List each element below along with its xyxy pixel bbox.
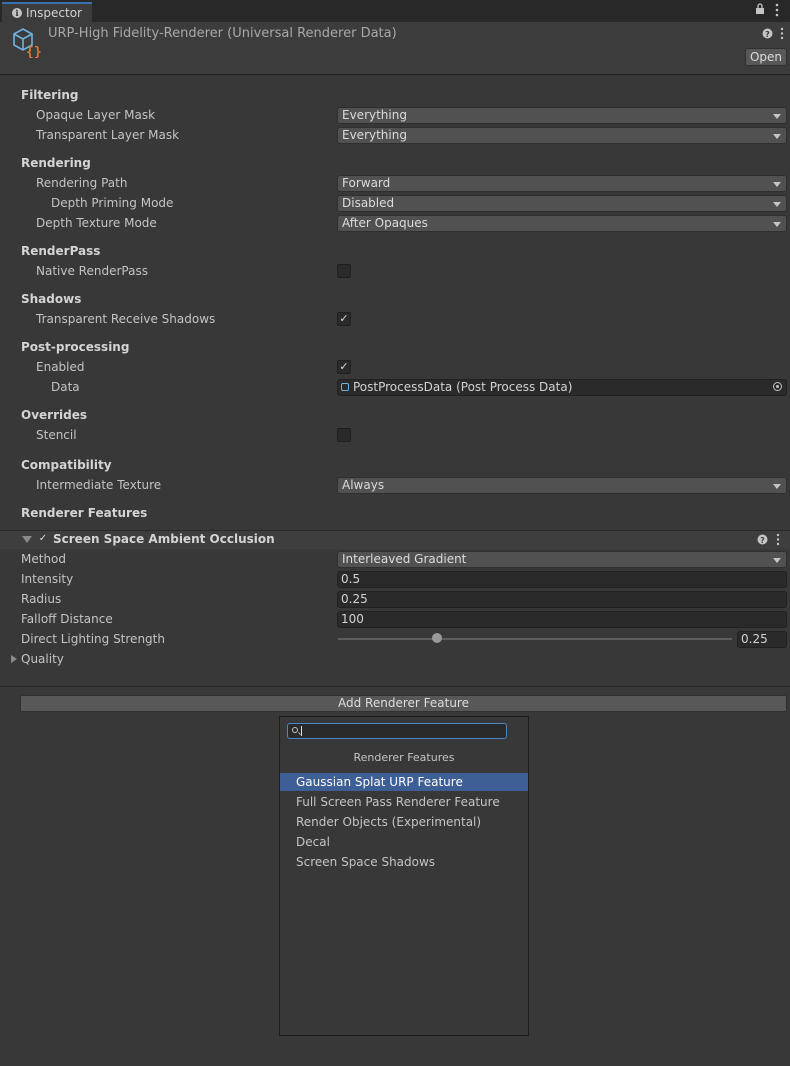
feature-header-ssao[interactable]: ✓ Screen Space Ambient Occlusion ? [0, 531, 790, 549]
header-kebab-icon[interactable] [780, 27, 784, 44]
divider [0, 686, 790, 687]
feature-help-icon[interactable]: ? [757, 534, 768, 548]
direct-lighting-strength-label: Direct Lighting Strength [21, 632, 165, 646]
intermediate-texture-label: Intermediate Texture [36, 478, 162, 492]
direct-lighting-strength-input[interactable]: 0.25 [737, 631, 787, 648]
chevron-down-icon [773, 222, 781, 227]
pp-enabled-label: Enabled [36, 360, 85, 374]
text-caret [301, 726, 302, 736]
popup-item-render-objects[interactable]: Render Objects (Experimental) [280, 813, 528, 831]
section-filtering: Filtering [21, 88, 79, 102]
open-button[interactable]: Open [745, 48, 787, 66]
lock-icon[interactable] [755, 3, 765, 18]
intensity-input[interactable]: 0.5 [337, 571, 787, 588]
svg-text:?: ? [760, 536, 765, 545]
popup-item-decal[interactable]: Decal [280, 833, 528, 851]
native-renderpass-label: Native RenderPass [36, 264, 148, 278]
dropdown-value: Forward [342, 176, 391, 190]
pp-enabled-checkbox[interactable]: ✓ [337, 360, 351, 374]
renderer-features-popup: Renderer Features Gaussian Splat URP Fea… [279, 716, 529, 1036]
popup-search-input[interactable] [287, 723, 507, 739]
quality-foldout-icon[interactable] [11, 655, 17, 663]
tab-bar: i Inspector [0, 0, 790, 22]
chevron-down-icon [773, 558, 781, 563]
popup-item-screen-space-shadows[interactable]: Screen Space Shadows [280, 853, 528, 871]
chevron-down-icon [773, 114, 781, 119]
transparent-layer-mask-label: Transparent Layer Mask [36, 128, 180, 142]
tab-label: Inspector [26, 6, 82, 20]
direct-lighting-strength-slider-handle[interactable] [431, 633, 442, 643]
inspector-window: i Inspector {} URP-High Fidelity-Rendere… [0, 0, 790, 1066]
section-overrides: Overrides [21, 408, 87, 422]
inspector-header: {} URP-High Fidelity-Renderer (Universal… [0, 22, 790, 75]
chevron-down-icon [773, 484, 781, 489]
opaque-layer-mask-dropdown[interactable]: Everything [337, 107, 787, 124]
dropdown-value: Everything [342, 128, 407, 142]
dropdown-value: Always [342, 478, 385, 492]
chevron-down-icon [773, 182, 781, 187]
opaque-layer-mask-label: Opaque Layer Mask [36, 108, 156, 122]
section-rendering: Rendering [21, 156, 91, 170]
svg-text:?: ? [765, 30, 770, 39]
section-renderer-features: Renderer Features [21, 506, 148, 520]
transparent-receive-shadows-label: Transparent Receive Shadows [36, 312, 216, 326]
section-shadows: Shadows [21, 292, 82, 306]
stencil-label: Stencil [36, 428, 77, 442]
stencil-checkbox[interactable] [337, 428, 351, 442]
intermediate-texture-dropdown[interactable]: Always [337, 477, 787, 494]
tab-inspector[interactable]: i Inspector [2, 2, 92, 22]
feature-kebab-icon[interactable] [776, 533, 780, 550]
asset-title: URP-High Fidelity-Renderer (Universal Re… [48, 26, 397, 41]
popup-item-full-screen-pass[interactable]: Full Screen Pass Renderer Feature [280, 793, 528, 811]
intensity-label: Intensity [21, 572, 74, 586]
kebab-menu-icon[interactable] [775, 3, 779, 20]
renderer-data-asset-icon: {} [10, 26, 42, 61]
direct-lighting-strength-slider-track[interactable] [338, 638, 732, 640]
quality-foldout-label[interactable]: Quality [21, 652, 64, 666]
feature-name: Screen Space Ambient Occlusion [53, 532, 275, 546]
section-renderpass: RenderPass [21, 244, 101, 258]
popup-title: Renderer Features [353, 751, 455, 764]
radius-label: Radius [21, 592, 62, 606]
object-field-value: PostProcessData (Post Process Data) [353, 380, 573, 394]
object-picker-icon[interactable] [773, 382, 782, 391]
pp-data-label: Data [51, 380, 80, 394]
falloff-distance-label: Falloff Distance [21, 612, 113, 626]
transparent-layer-mask-dropdown[interactable]: Everything [337, 127, 787, 144]
rendering-path-dropdown[interactable]: Forward [337, 175, 787, 192]
svg-text:{}: {} [26, 45, 42, 58]
depth-priming-mode-dropdown[interactable]: Disabled [337, 195, 787, 212]
chevron-down-icon [773, 134, 781, 139]
dropdown-value: Everything [342, 108, 407, 122]
method-dropdown[interactable]: Interleaved Gradient [337, 551, 787, 568]
chevron-down-icon [773, 202, 781, 207]
post-process-data-icon [341, 383, 349, 391]
info-icon: i [12, 8, 22, 18]
depth-texture-mode-label: Depth Texture Mode [36, 216, 157, 230]
depth-priming-mode-label: Depth Priming Mode [51, 196, 174, 210]
pp-data-object-field[interactable]: PostProcessData (Post Process Data) [337, 379, 787, 396]
transparent-receive-shadows-checkbox[interactable]: ✓ [337, 312, 351, 326]
dropdown-value: After Opaques [342, 216, 428, 230]
foldout-expanded-icon[interactable] [22, 536, 32, 543]
dropdown-value: Interleaved Gradient [342, 552, 467, 566]
popup-item-gaussian-splat[interactable]: Gaussian Splat URP Feature [280, 773, 528, 791]
rendering-path-label: Rendering Path [36, 176, 128, 190]
radius-input[interactable]: 0.25 [337, 591, 787, 608]
falloff-distance-input[interactable]: 100 [337, 611, 787, 628]
search-icon [292, 727, 298, 733]
native-renderpass-checkbox[interactable] [337, 264, 351, 278]
dropdown-value: Disabled [342, 196, 395, 210]
depth-texture-mode-dropdown[interactable]: After Opaques [337, 215, 787, 232]
add-renderer-feature-button[interactable]: Add Renderer Feature [20, 695, 787, 712]
section-post-processing: Post-processing [21, 340, 130, 354]
method-label: Method [21, 552, 67, 566]
section-compatibility: Compatibility [21, 458, 112, 472]
feature-enabled-checkbox[interactable]: ✓ [37, 533, 49, 545]
help-icon[interactable]: ? [762, 28, 773, 42]
